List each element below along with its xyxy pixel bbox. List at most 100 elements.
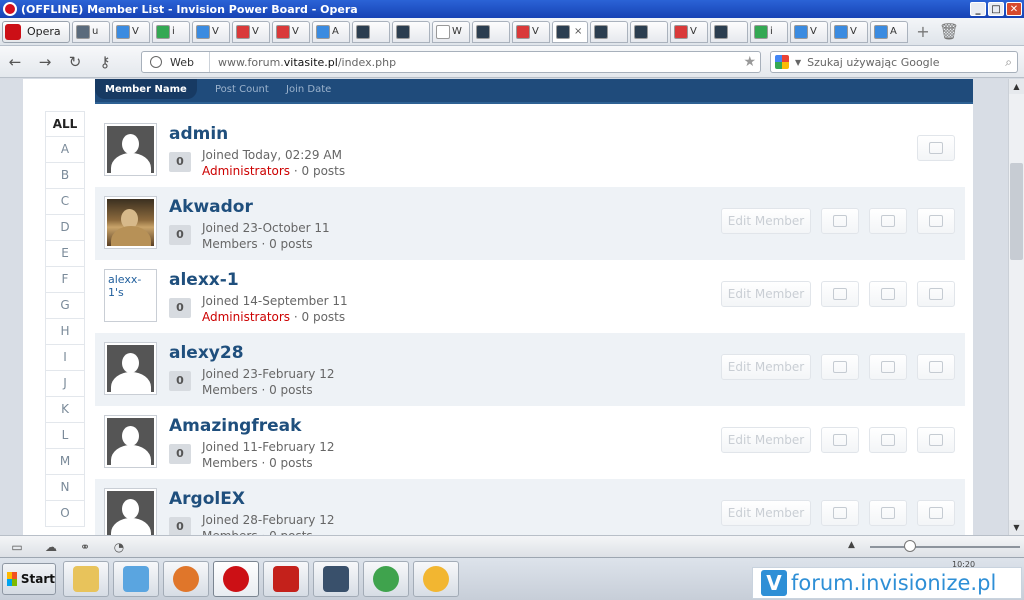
- browser-tab[interactable]: [630, 20, 668, 43]
- avatar[interactable]: [104, 342, 157, 395]
- letter-filter-all[interactable]: ALL: [45, 111, 85, 137]
- browser-tab[interactable]: A: [312, 20, 350, 43]
- search-engine-dropdown-icon[interactable]: ▼: [795, 58, 801, 67]
- view-content-button[interactable]: [917, 427, 955, 453]
- letter-filter-h[interactable]: H: [45, 319, 85, 345]
- letter-filter-j[interactable]: J: [45, 371, 85, 397]
- browser-tab[interactable]: W: [432, 20, 470, 43]
- bookmark-star-icon[interactable]: ★: [743, 54, 760, 70]
- browser-tab[interactable]: [352, 20, 390, 43]
- sort-member-name[interactable]: Member Name: [95, 79, 197, 99]
- view-content-button[interactable]: [917, 500, 955, 526]
- letter-filter-m[interactable]: M: [45, 449, 85, 475]
- edit-member-button[interactable]: Edit Member: [721, 500, 811, 526]
- browser-tab[interactable]: V: [232, 20, 270, 43]
- close-window-button[interactable]: ✕: [1006, 2, 1022, 16]
- member-name-link[interactable]: ArgolEX: [169, 489, 245, 509]
- view-content-button[interactable]: [917, 354, 955, 380]
- browser-tab[interactable]: [472, 20, 510, 43]
- add-friend-button[interactable]: [821, 281, 859, 307]
- scroll-thumb[interactable]: [1010, 163, 1023, 260]
- panel-toggle-icon[interactable]: ▭: [0, 540, 34, 554]
- add-friend-button[interactable]: [821, 500, 859, 526]
- letter-filter-k[interactable]: K: [45, 397, 85, 423]
- scroll-up-icon[interactable]: ▲: [1009, 79, 1024, 94]
- edit-member-button[interactable]: Edit Member: [721, 281, 811, 307]
- send-message-button[interactable]: [869, 208, 907, 234]
- avatar[interactable]: [104, 123, 157, 176]
- new-tab-icon[interactable]: +: [912, 21, 934, 43]
- letter-filter-i[interactable]: I: [45, 345, 85, 371]
- browser-tab[interactable]: i: [750, 20, 788, 43]
- sort-post-count[interactable]: Post Count: [215, 79, 269, 99]
- send-message-button[interactable]: [869, 281, 907, 307]
- letter-filter-a[interactable]: A: [45, 137, 85, 163]
- vertical-scrollbar[interactable]: ▲ ▼: [1008, 79, 1024, 535]
- send-message-button[interactable]: [869, 354, 907, 380]
- send-message-button[interactable]: [869, 427, 907, 453]
- taskbar-app-explorer[interactable]: [63, 561, 109, 597]
- search-box[interactable]: ▼ Szukaj używając Google ⌕: [770, 51, 1018, 73]
- member-name-link[interactable]: Amazingfreak: [169, 416, 301, 436]
- letter-filter-e[interactable]: E: [45, 241, 85, 267]
- address-bar[interactable]: Web www.forum.vitasite.pl/index.php ★: [141, 51, 761, 73]
- minimize-button[interactable]: _: [970, 2, 986, 16]
- opera-menu-button[interactable]: Opera: [2, 20, 70, 43]
- add-friend-button[interactable]: [821, 354, 859, 380]
- network-icon[interactable]: ⚭: [68, 540, 102, 554]
- member-name-link[interactable]: Akwador: [169, 197, 253, 217]
- avatar[interactable]: [104, 415, 157, 468]
- web-badge[interactable]: Web: [142, 52, 210, 72]
- browser-tab[interactable]: i: [152, 20, 190, 43]
- letter-filter-l[interactable]: L: [45, 423, 85, 449]
- view-content-button[interactable]: [917, 135, 955, 161]
- browser-tab[interactable]: V: [790, 20, 828, 43]
- reload-icon[interactable]: ↻: [60, 50, 90, 74]
- letter-filter-d[interactable]: D: [45, 215, 85, 241]
- browser-tab[interactable]: V: [512, 20, 550, 43]
- add-friend-button[interactable]: [821, 208, 859, 234]
- forward-icon[interactable]: →: [30, 50, 60, 74]
- edit-member-button[interactable]: Edit Member: [721, 354, 811, 380]
- start-button[interactable]: Start: [2, 563, 56, 595]
- browser-tab[interactable]: [590, 20, 628, 43]
- browser-tab[interactable]: V: [112, 20, 150, 43]
- member-name-link[interactable]: admin: [169, 124, 228, 144]
- taskbar-app-media-player[interactable]: [113, 561, 159, 597]
- search-icon[interactable]: ⌕: [1005, 55, 1017, 70]
- taskbar-app-filezilla[interactable]: [263, 561, 309, 597]
- browser-tab[interactable]: [710, 20, 748, 43]
- key-icon[interactable]: ⚷: [90, 50, 120, 74]
- maximize-button[interactable]: □: [988, 2, 1004, 16]
- avatar[interactable]: [104, 196, 157, 249]
- view-content-button[interactable]: [917, 281, 955, 307]
- url-text[interactable]: www.forum.vitasite.pl/index.php: [210, 56, 743, 69]
- member-name-link[interactable]: alexy28: [169, 343, 244, 363]
- browser-tab[interactable]: V: [192, 20, 230, 43]
- letter-filter-o[interactable]: O: [45, 501, 85, 527]
- cloud-icon[interactable]: ☁: [34, 540, 68, 554]
- browser-tab[interactable]: V: [670, 20, 708, 43]
- add-friend-button[interactable]: [821, 427, 859, 453]
- zoom-slider-knob[interactable]: [904, 540, 916, 552]
- edit-member-button[interactable]: Edit Member: [721, 208, 811, 234]
- browser-tab[interactable]: u: [72, 20, 110, 43]
- avatar[interactable]: alexx-1's: [104, 269, 157, 322]
- view-content-button[interactable]: [917, 208, 955, 234]
- browser-tab[interactable]: V: [272, 20, 310, 43]
- speed-icon[interactable]: ◔: [102, 540, 136, 554]
- member-name-link[interactable]: alexx-1: [169, 270, 239, 290]
- browser-tab[interactable]: ×: [552, 20, 588, 43]
- edit-member-button[interactable]: Edit Member: [721, 427, 811, 453]
- letter-filter-f[interactable]: F: [45, 267, 85, 293]
- letter-filter-n[interactable]: N: [45, 475, 85, 501]
- browser-tab[interactable]: V: [830, 20, 868, 43]
- taskbar-app-weather[interactable]: [413, 561, 459, 597]
- scroll-down-icon[interactable]: ▼: [1009, 520, 1024, 535]
- browser-tab[interactable]: A: [870, 20, 908, 43]
- taskbar-app-opera[interactable]: [213, 561, 259, 597]
- sort-join-date[interactable]: Join Date: [286, 79, 331, 99]
- letter-filter-b[interactable]: B: [45, 163, 85, 189]
- taskbar-app-uploader[interactable]: [313, 561, 359, 597]
- browser-tab[interactable]: [392, 20, 430, 43]
